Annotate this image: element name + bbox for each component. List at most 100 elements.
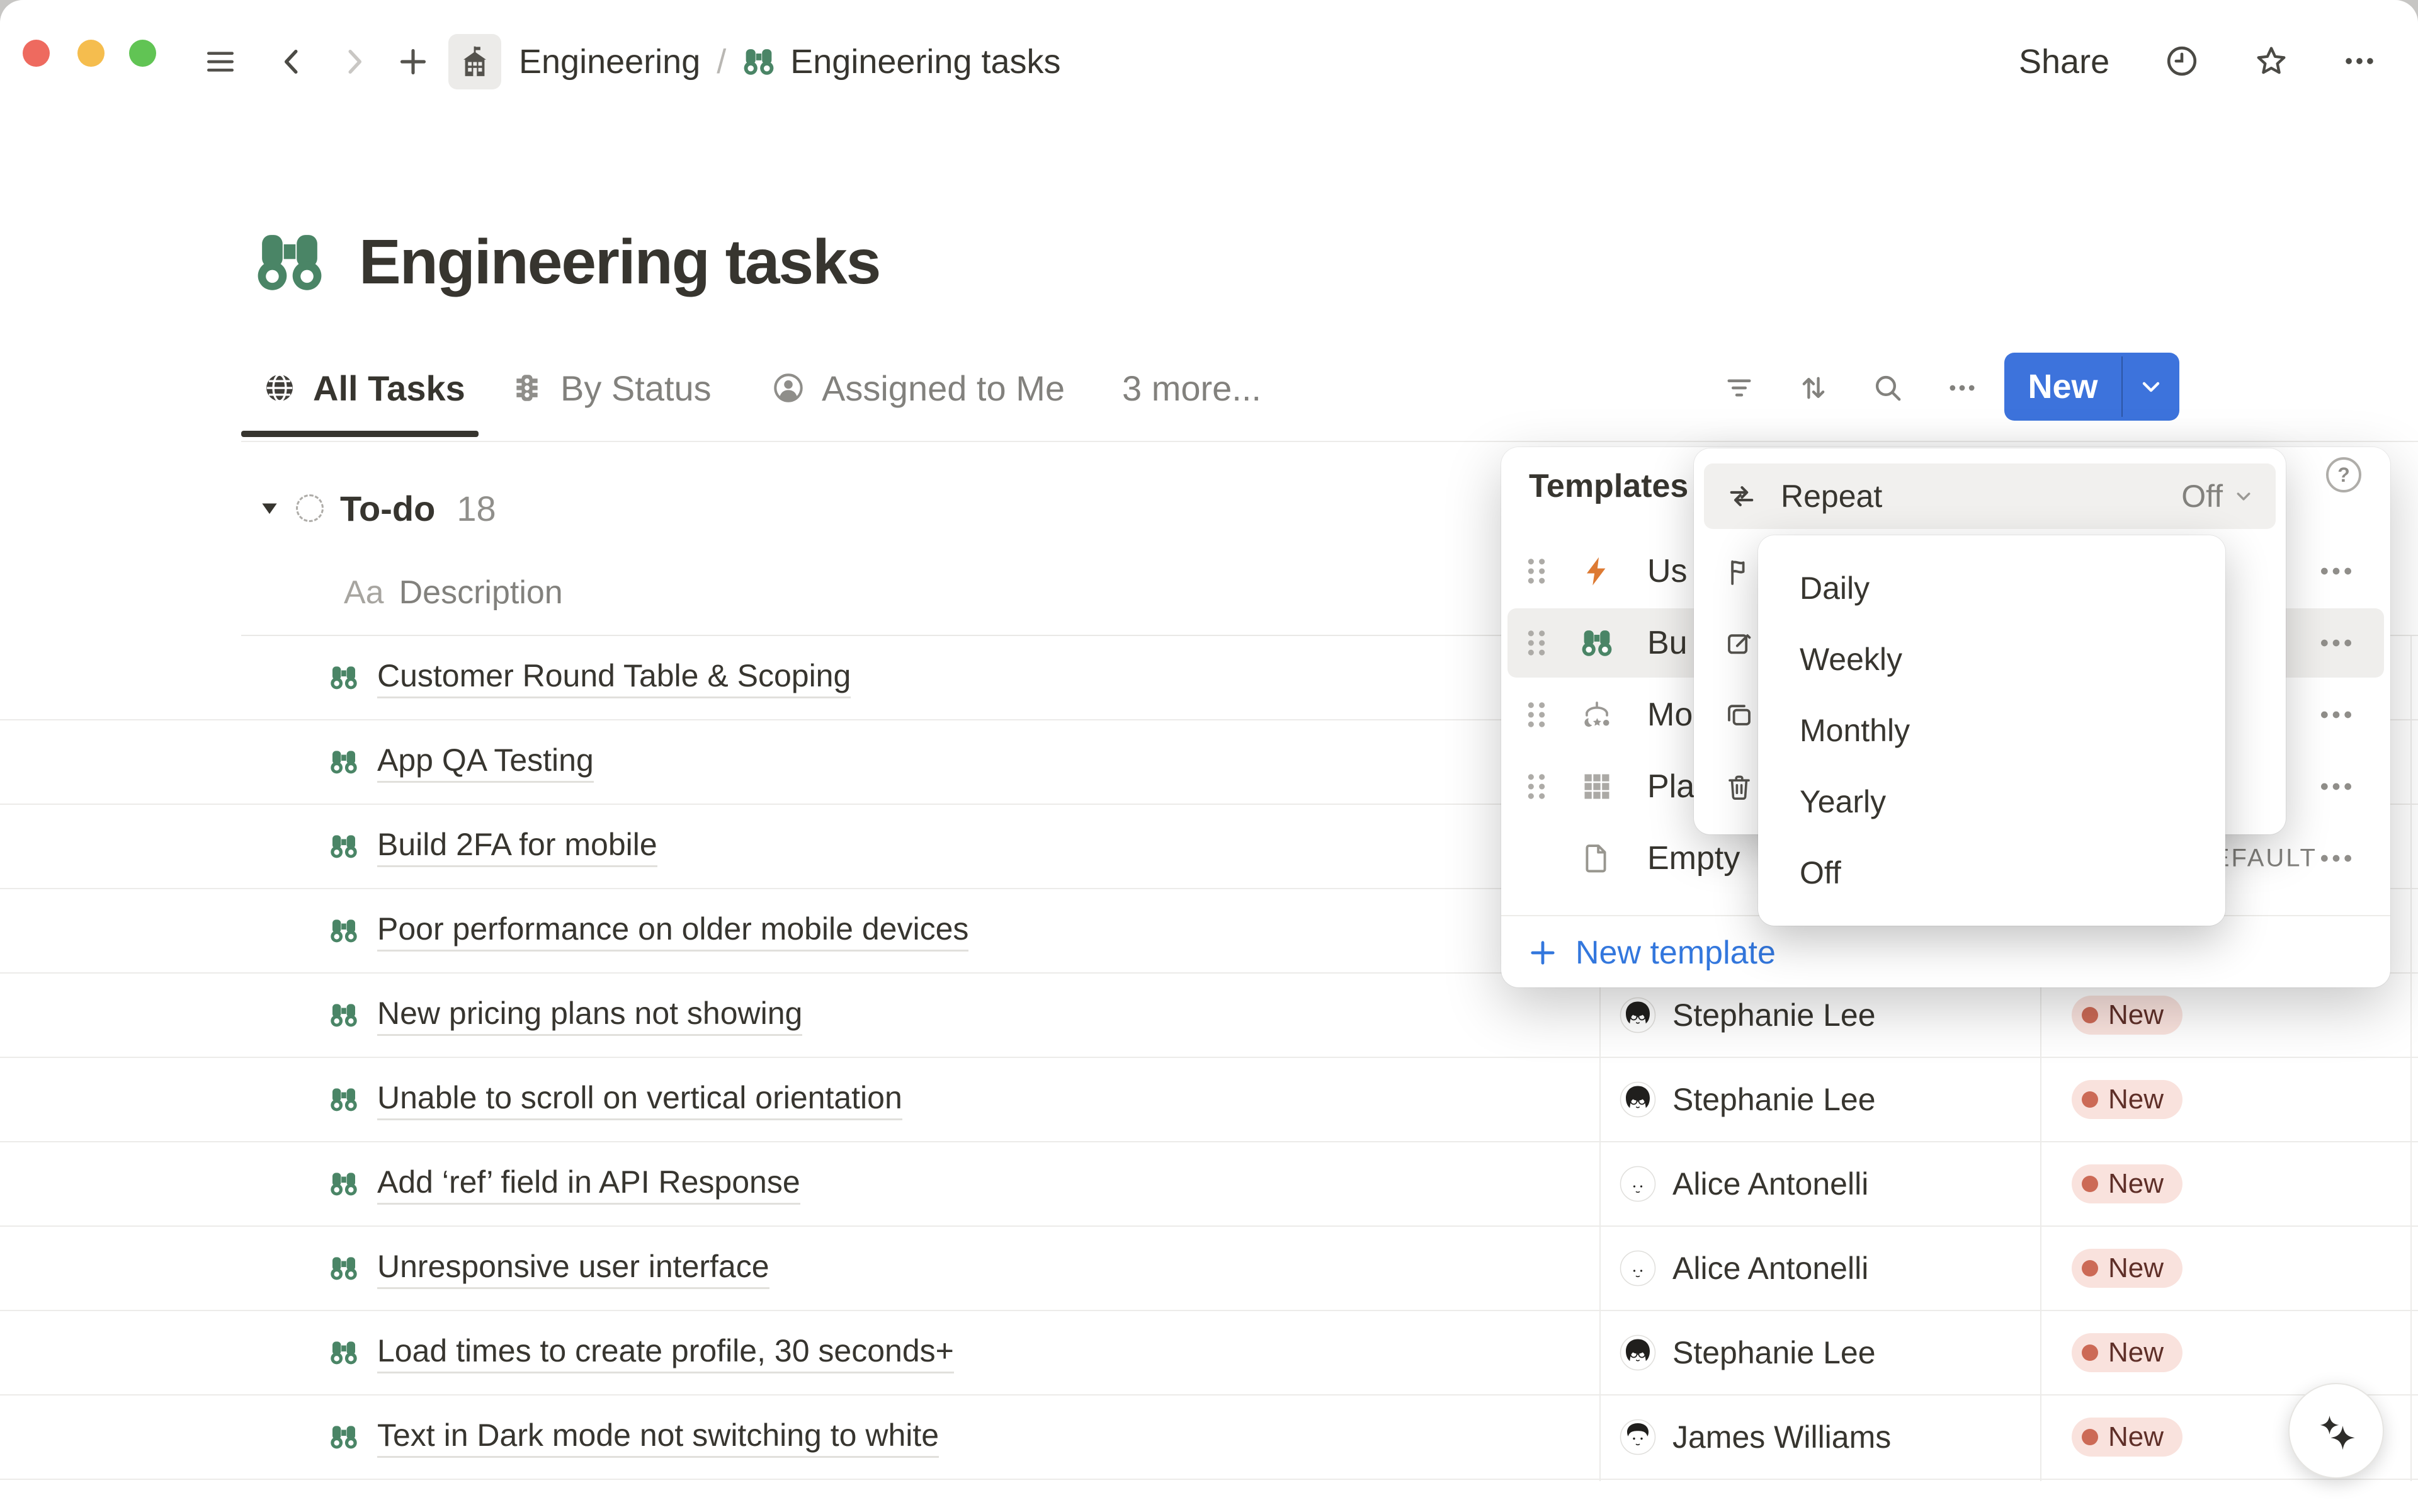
grid-icon <box>1581 770 1613 803</box>
sidebar-menu-icon[interactable] <box>203 44 238 79</box>
task-title[interactable]: Text in Dark mode not switching to white <box>377 1417 939 1458</box>
table-row[interactable]: Add ‘ref’ field in API Response Alice An… <box>0 1142 2418 1227</box>
new-page-icon[interactable] <box>395 44 431 79</box>
template-more-icon[interactable] <box>2316 623 2356 663</box>
share-button[interactable]: Share <box>2019 34 2109 89</box>
task-title[interactable]: Load times to create profile, 30 seconds… <box>377 1333 954 1373</box>
todo-status-icon <box>296 494 324 522</box>
flag-icon[interactable] <box>1724 557 1754 587</box>
trash-icon[interactable] <box>1724 772 1754 802</box>
new-button[interactable]: New <box>2004 353 2179 421</box>
menu-item-daily[interactable]: Daily <box>1758 553 2225 624</box>
new-template-button[interactable]: New template <box>1526 926 1776 980</box>
search-icon[interactable] <box>1871 372 1904 404</box>
menu-item-monthly[interactable]: Monthly <box>1758 695 2225 766</box>
template-more-icon[interactable] <box>2316 838 2356 878</box>
status-badge[interactable]: New <box>2072 1333 2182 1372</box>
notion-app-window: Engineering / Engineering tasks Share En… <box>0 0 2418 1512</box>
drag-handle-icon[interactable] <box>1520 552 1553 590</box>
assignee-name: Alice Antonelli <box>1672 1166 1868 1202</box>
task-title[interactable]: Unable to scroll on vertical orientation <box>377 1079 902 1120</box>
sort-icon[interactable] <box>1797 372 1830 404</box>
clock-icon[interactable] <box>2164 43 2200 79</box>
status-dot <box>2082 1176 2098 1192</box>
more-options-icon[interactable] <box>2341 43 2378 79</box>
status-badge[interactable]: New <box>2072 1418 2182 1457</box>
page-title[interactable]: Engineering tasks <box>359 226 880 298</box>
drag-handle-icon[interactable] <box>1520 768 1553 805</box>
help-icon[interactable]: ? <box>2326 457 2361 492</box>
column-header-description[interactable]: Aa Description <box>344 571 563 615</box>
table-row[interactable]: Unresponsive user interface Alice Antone… <box>0 1227 2418 1311</box>
lightning-icon <box>1581 555 1613 588</box>
tab-label: All Tasks <box>313 368 465 409</box>
binoculars-icon[interactable] <box>254 227 325 297</box>
star-icon[interactable] <box>2253 43 2290 79</box>
drag-handle-icon[interactable] <box>1520 696 1553 734</box>
breadcrumb-page[interactable]: Engineering tasks <box>790 42 1060 81</box>
traffic-minimize-button[interactable] <box>77 40 105 67</box>
tab-by-status[interactable]: By Status <box>510 353 712 423</box>
menu-item-yearly[interactable]: Yearly <box>1758 766 2225 838</box>
task-title[interactable]: Customer Round Table & Scoping <box>377 657 851 698</box>
status-label: New <box>2108 1253 2164 1284</box>
status-badge[interactable]: New <box>2072 1080 2182 1119</box>
table-row[interactable]: Unable to scroll on vertical orientation… <box>0 1058 2418 1142</box>
tab-all-tasks[interactable]: All Tasks <box>263 353 465 423</box>
binoculars-icon <box>329 1338 358 1367</box>
task-title[interactable]: Poor performance on older mobile devices <box>377 911 968 952</box>
template-more-icon[interactable] <box>2316 551 2356 591</box>
menu-item-off[interactable]: Off <box>1758 838 2225 909</box>
traffic-close-button[interactable] <box>23 40 50 67</box>
assignee-cell[interactable]: James Williams <box>1620 1395 1891 1479</box>
avatar <box>1620 1081 1656 1118</box>
assignee-cell[interactable]: Stephanie Lee <box>1620 1311 1876 1394</box>
assignee-cell[interactable]: Alice Antonelli <box>1620 1142 1868 1225</box>
traffic-zoom-button[interactable] <box>129 40 156 67</box>
drag-handle-icon[interactable] <box>1520 624 1553 662</box>
assignee-cell[interactable]: Stephanie Lee <box>1620 1058 1876 1141</box>
view-more-icon[interactable] <box>1946 372 1978 404</box>
plus-icon <box>1526 936 1559 969</box>
column-header-label: Description <box>399 574 563 611</box>
task-title[interactable]: Add ‘ref’ field in API Response <box>377 1164 800 1205</box>
notion-ai-button[interactable] <box>2288 1383 2384 1479</box>
chevron-down-icon <box>2136 372 2166 402</box>
task-title[interactable]: New pricing plans not showing <box>377 995 802 1036</box>
group-header-todo: To-do 18 <box>257 474 496 543</box>
status-badge[interactable]: New <box>2072 1249 2182 1288</box>
group-count: 18 <box>457 488 496 529</box>
repeat-menu-item[interactable]: Repeat Off <box>1704 463 2276 529</box>
breadcrumb-teamspace[interactable]: Engineering <box>519 42 700 81</box>
task-title[interactable]: App QA Testing <box>377 742 594 783</box>
page-title-row: Engineering tasks <box>254 219 880 305</box>
menu-item-weekly[interactable]: Weekly <box>1758 624 2225 695</box>
avatar <box>1620 1334 1656 1371</box>
status-badge[interactable]: New <box>2072 1164 2182 1203</box>
globe-icon <box>263 371 297 405</box>
edit-icon[interactable] <box>1724 628 1754 659</box>
person-icon <box>771 371 805 405</box>
group-name[interactable]: To-do <box>340 488 435 529</box>
template-more-icon[interactable] <box>2316 766 2356 807</box>
assignee-cell[interactable]: Alice Antonelli <box>1620 1227 1868 1310</box>
back-icon[interactable] <box>275 44 310 79</box>
tab-assigned-to-me[interactable]: Assigned to Me <box>771 353 1065 423</box>
task-title[interactable]: Build 2FA for mobile <box>377 826 657 867</box>
binoculars-icon <box>329 747 358 776</box>
collapse-triangle-icon[interactable] <box>257 496 282 521</box>
filter-icon[interactable] <box>1723 372 1756 404</box>
teamspace-chip[interactable] <box>448 34 501 89</box>
tab-more-views[interactable]: 3 more... <box>1122 353 1261 423</box>
table-row[interactable]: Text in Dark mode not switching to white… <box>0 1395 2418 1480</box>
task-title[interactable]: Unresponsive user interface <box>377 1248 769 1289</box>
new-dropdown-button[interactable] <box>2123 353 2179 421</box>
status-dot <box>2082 1429 2098 1445</box>
new-button-label[interactable]: New <box>2004 353 2121 421</box>
template-more-icon[interactable] <box>2316 695 2356 735</box>
status-label: New <box>2108 1084 2164 1115</box>
status-badge[interactable]: New <box>2072 996 2182 1035</box>
duplicate-icon[interactable] <box>1724 700 1754 730</box>
text-type-icon: Aa <box>344 574 384 611</box>
table-row[interactable]: Load times to create profile, 30 seconds… <box>0 1311 2418 1395</box>
